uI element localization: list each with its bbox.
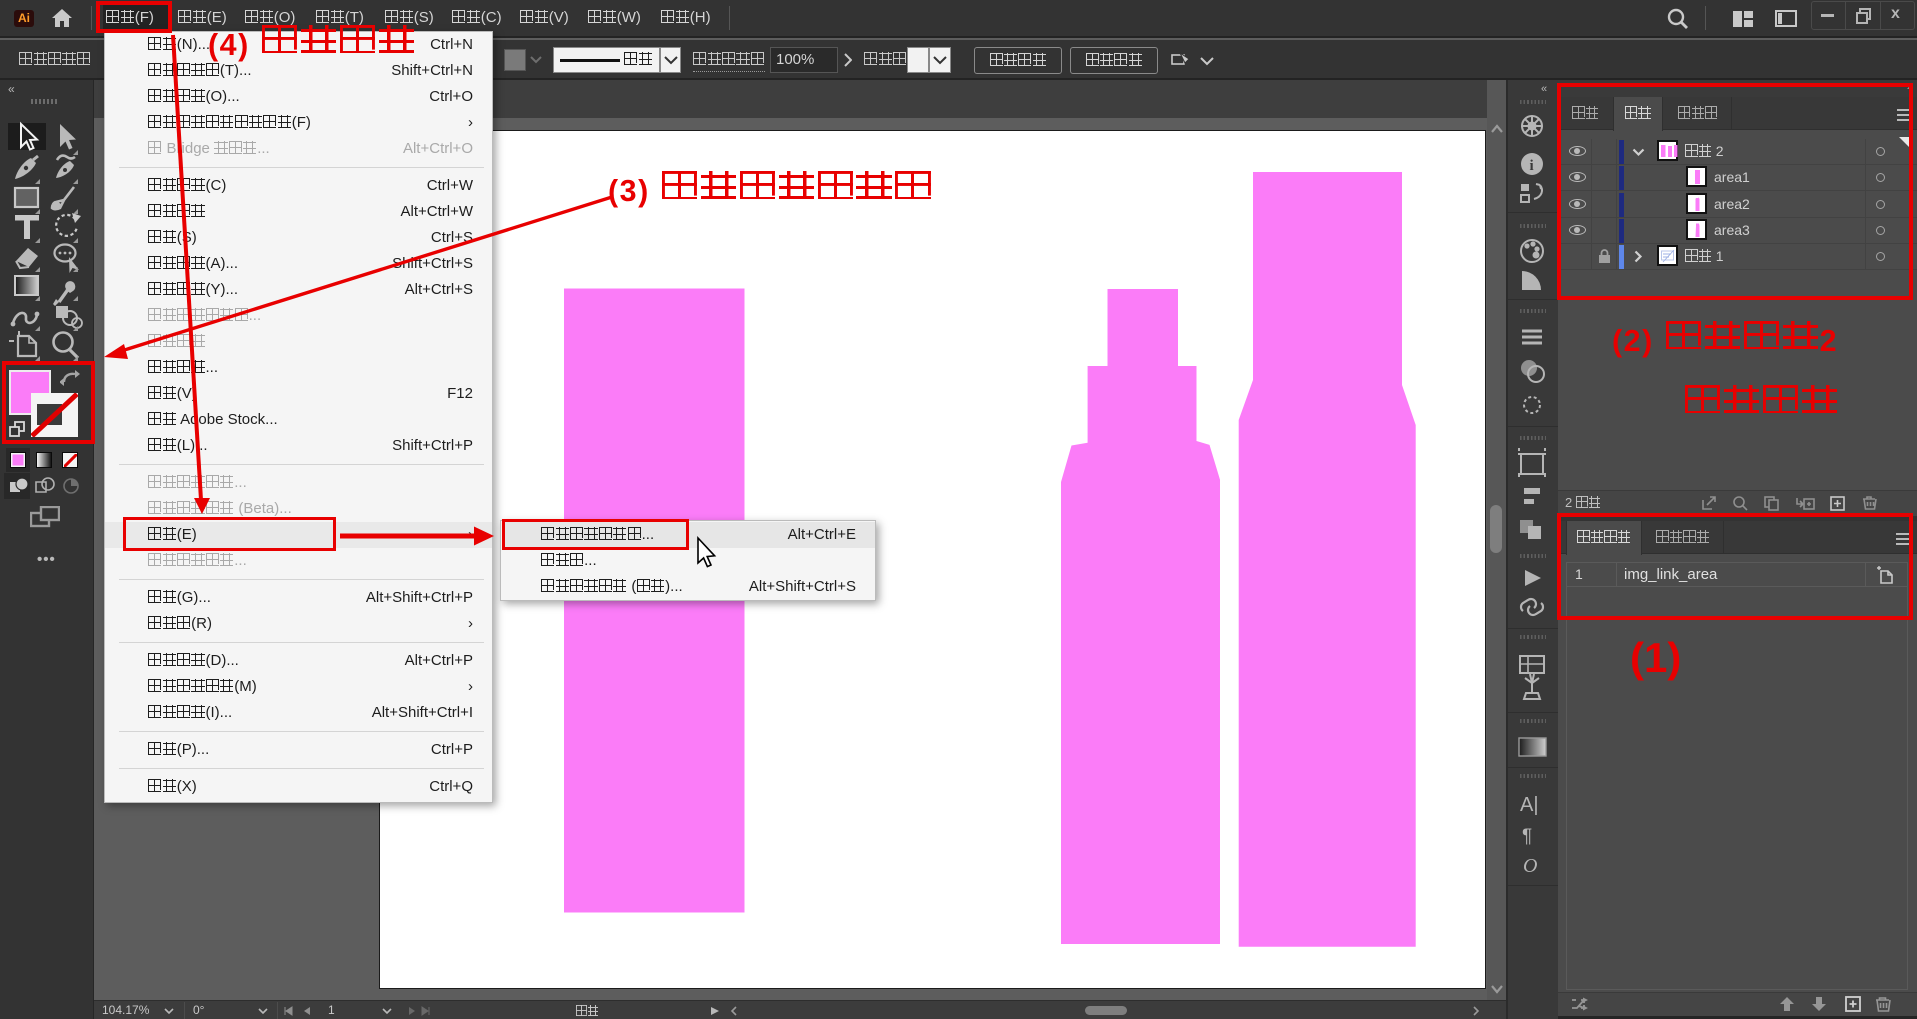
svg-text:A|: A|: [1520, 794, 1539, 816]
svg-text:O: O: [1523, 855, 1537, 877]
svg-text:¶: ¶: [1522, 826, 1532, 847]
svg-text:i: i: [1530, 158, 1534, 174]
